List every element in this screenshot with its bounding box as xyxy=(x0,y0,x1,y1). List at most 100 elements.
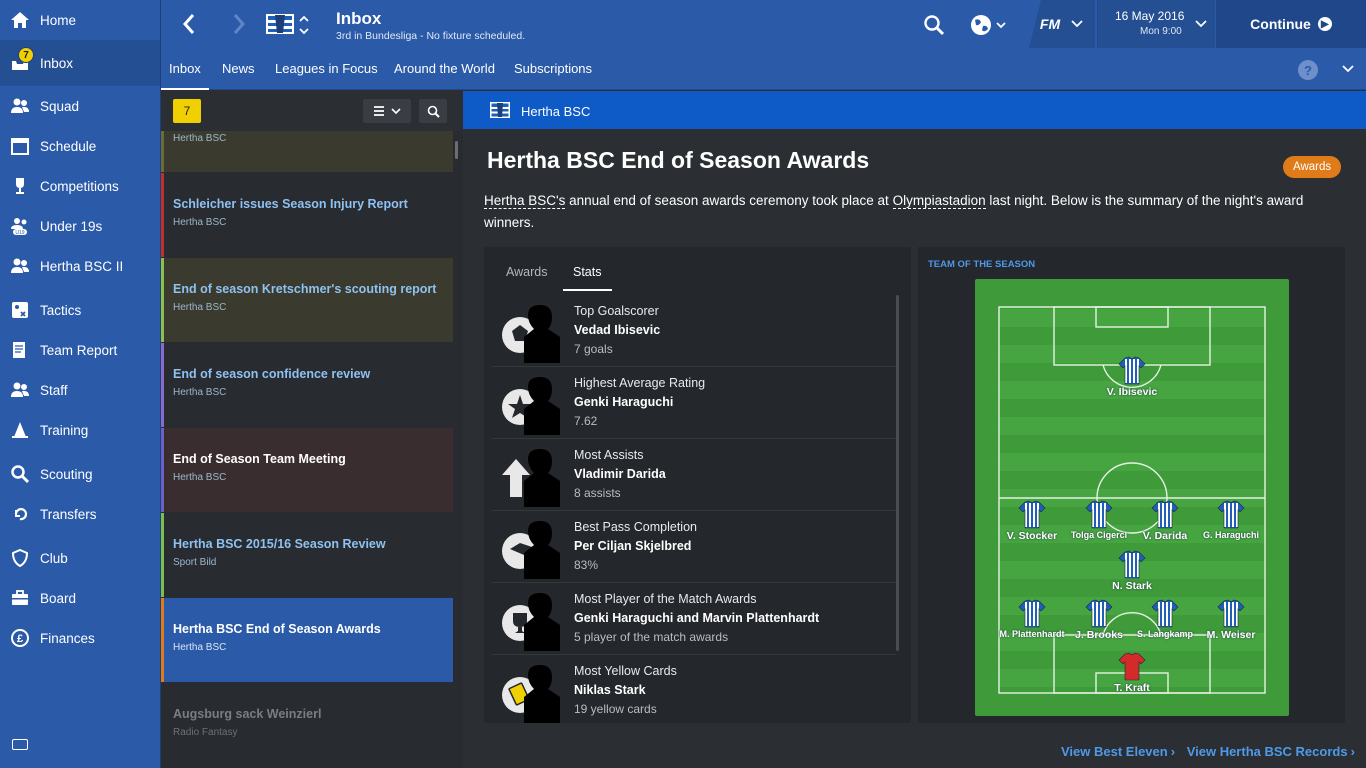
player-marker[interactable]: V. Ibisevic xyxy=(1092,355,1172,398)
award-row[interactable]: Most Assists Vladimir Darida 8 assists xyxy=(492,439,896,511)
tab-leagues-in-focus[interactable]: Leagues in Focus xyxy=(267,48,386,90)
sidebar-item-schedule[interactable]: Schedule xyxy=(0,126,160,166)
pitch: V. Ibisevic V. Stocker Tolga Cigerci V. Dar… xyxy=(975,279,1289,716)
sidebar-item-transfers[interactable]: Transfers xyxy=(0,494,160,534)
tab-subscriptions[interactable]: Subscriptions xyxy=(506,48,600,90)
sidebar-item-hertha-bsc-ii[interactable]: Hertha BSC II xyxy=(0,246,160,286)
player-name: V. Ibisevic xyxy=(1106,386,1158,398)
assist-arrow-icon xyxy=(502,449,560,507)
sidebar-item-label: Squad xyxy=(40,98,80,114)
sidebar-item-label: Club xyxy=(40,550,68,566)
sidebar-item-board[interactable]: Board xyxy=(0,578,160,618)
keyboard-icon[interactable] xyxy=(12,739,28,750)
award-winner[interactable]: Niklas Stark xyxy=(574,683,646,697)
club-link[interactable]: Hertha BSC's xyxy=(484,193,566,209)
chevron-down-icon[interactable] xyxy=(1342,63,1354,75)
sidebar-item-club[interactable]: Club xyxy=(0,538,160,578)
shirt-icon xyxy=(1018,599,1046,628)
club-header-bar[interactable]: Hertha BSC xyxy=(463,91,1366,129)
article-text: annual end of season awards ceremony too… xyxy=(565,193,893,208)
list-item[interactable]: Schleicher issues Season Injury Report H… xyxy=(161,173,453,257)
message-title: Augsburg sack Weinzierl xyxy=(173,707,322,721)
award-row[interactable]: Most Yellow Cards Niklas Stark 19 yellow… xyxy=(492,655,896,723)
fm-menu-button[interactable]: FM xyxy=(1029,0,1095,48)
player-marker[interactable]: T. Kraft xyxy=(1092,651,1172,694)
award-value: 83% xyxy=(574,558,599,572)
awards-scrollbar[interactable] xyxy=(896,295,899,651)
award-winner[interactable]: Genki Haraguchi and Marvin Plattenhardt xyxy=(574,611,819,625)
list-item[interactable]: Hertha BSC 2015/16 Season Review Sport B… xyxy=(161,513,453,597)
award-row[interactable]: Best Pass Completion Per Ciljan Skjelbre… xyxy=(492,511,896,583)
award-row[interactable]: Most Player of the Match Awards Genki Ha… xyxy=(492,583,896,655)
player-marker[interactable]: N. Stark xyxy=(1092,549,1172,592)
search-icon[interactable] xyxy=(923,14,945,36)
back-button[interactable] xyxy=(175,10,203,38)
chevron-left-icon xyxy=(182,14,195,34)
sidebar-item-finances[interactable]: £ Finances xyxy=(0,618,160,658)
tab-awards[interactable]: Awards xyxy=(496,259,557,289)
list-item[interactable]: End of season confidence review Hertha B… xyxy=(161,343,453,427)
sidebar-item-scouting[interactable]: Scouting xyxy=(0,454,160,494)
sidebar-item-label: Tactics xyxy=(40,302,82,318)
forward-button[interactable] xyxy=(225,10,253,38)
hertha-crest-icon[interactable] xyxy=(265,11,295,37)
award-winner[interactable]: Vedad Ibisevic xyxy=(574,323,660,337)
chevron-right-icon xyxy=(233,14,246,34)
award-winner[interactable]: Genki Haraguchi xyxy=(574,395,673,409)
club-switch-arrows-icon[interactable] xyxy=(298,13,310,37)
continue-button[interactable]: Continue ▶ xyxy=(1216,0,1366,48)
list-item[interactable]: End of Season Team Meeting Hertha BSC xyxy=(161,428,453,512)
sidebar-item-label: Home xyxy=(40,12,77,28)
pound-icon: £ xyxy=(10,628,30,648)
tab-stats[interactable]: Stats xyxy=(563,259,612,291)
sidebar-item-staff[interactable]: Staff xyxy=(0,370,160,410)
player-marker[interactable]: M. Weiser xyxy=(1191,598,1271,641)
award-category: Most Yellow Cards xyxy=(574,664,677,678)
view-records-link[interactable]: View Hertha BSC Records xyxy=(1187,744,1348,759)
svg-text:U19: U19 xyxy=(15,230,24,236)
sidebar-item-under-19s[interactable]: U19 Under 19s xyxy=(0,206,160,246)
list-item[interactable]: Hertha BSC xyxy=(161,131,453,172)
team-of-the-season-panel: TEAM OF THE SEASON V. Ibisevic V. Stocke… xyxy=(918,247,1345,723)
list-item[interactable]: End of season Kretschmer's scouting repo… xyxy=(161,258,453,342)
sidebar-item-training[interactable]: Training xyxy=(0,410,160,450)
star-icon xyxy=(502,377,560,435)
tab-inbox[interactable]: Inbox xyxy=(161,48,209,90)
award-winner[interactable]: Per Ciljan Skjelbred xyxy=(574,539,691,553)
tab-news[interactable]: News xyxy=(214,48,263,90)
world-menu-button[interactable] xyxy=(969,12,1009,38)
sidebar-item-squad[interactable]: Squad xyxy=(0,86,160,126)
venue-link[interactable]: Olympiastadion xyxy=(892,193,986,209)
player-name: M. Weiser xyxy=(1206,629,1256,641)
award-winner[interactable]: Vladimir Darida xyxy=(574,467,666,481)
unread-count-badge[interactable]: 7 xyxy=(173,99,201,123)
pass-icon xyxy=(502,521,560,579)
sidebar-item-label: Board xyxy=(40,590,77,606)
sidebar-item-label: Scouting xyxy=(40,466,93,482)
award-row[interactable]: Top Goalscorer Vedad Ibisevic 7 goals xyxy=(492,295,896,367)
sidebar-item-label: Transfers xyxy=(40,506,97,522)
player-marker[interactable]: G. Haraguchi xyxy=(1191,499,1271,540)
message-search-button[interactable] xyxy=(419,99,447,123)
list-item-selected[interactable]: Hertha BSC End of Season Awards Hertha B… xyxy=(161,598,453,682)
message-sender: Hertha BSC xyxy=(173,387,227,398)
award-row[interactable]: Highest Average Rating Genki Haraguchi 7… xyxy=(492,367,896,439)
sidebar-item-home[interactable]: Home xyxy=(0,0,160,40)
sidebar-item-team-report[interactable]: Team Report xyxy=(0,330,160,370)
article-title: Hertha BSC End of Season Awards xyxy=(487,147,870,173)
sidebar-item-label: Competitions xyxy=(40,178,119,194)
list-item[interactable]: Augsburg sack Weinzierl Radio Fantasy xyxy=(161,683,453,767)
view-best-eleven-link[interactable]: View Best Eleven xyxy=(1061,744,1168,759)
message-list-scrollbar[interactable] xyxy=(455,141,458,159)
award-value: 5 player of the match awards xyxy=(574,630,729,644)
sidebar-item-tactics[interactable]: Tactics xyxy=(0,290,160,330)
date-display[interactable]: 16 May 2016 Mon 9:00 xyxy=(1097,0,1215,48)
help-icon[interactable]: ? xyxy=(1298,60,1318,80)
sidebar-item-inbox[interactable]: 7 Inbox xyxy=(0,40,160,86)
award-category: Top Goalscorer xyxy=(574,304,659,318)
sort-menu-button[interactable] xyxy=(363,99,411,123)
inbox-icon: 7 xyxy=(10,47,34,73)
sidebar-item-label: Under 19s xyxy=(40,218,103,234)
sidebar-item-competitions[interactable]: Competitions xyxy=(0,166,160,206)
tab-around-the-world[interactable]: Around the World xyxy=(386,48,503,90)
